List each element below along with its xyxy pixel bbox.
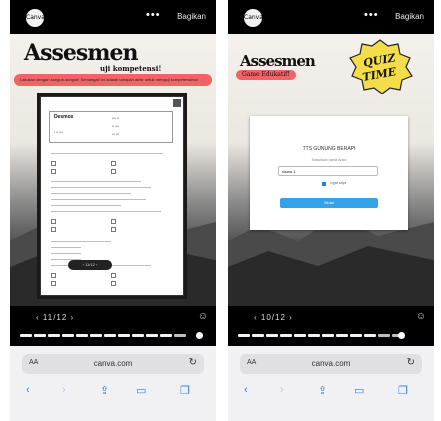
name-input[interactable]: siswa 1 (278, 166, 378, 176)
slide-progress[interactable] (20, 332, 206, 339)
slide-counter[interactable]: ‹ 10/12 › (254, 313, 293, 322)
url-text[interactable]: canva.com (240, 359, 422, 368)
presentation-slide: Assesmen Game Edukatif! QUIZ TIME TTS GU… (228, 34, 434, 306)
slide-navigation: ‹ 10/12 › ☺ (228, 306, 434, 346)
quiz-time-badge: QUIZ TIME (349, 39, 413, 94)
option-box[interactable] (111, 169, 116, 174)
url-text[interactable]: canva.com (22, 359, 204, 368)
reaction-icon[interactable]: ☺ (198, 311, 208, 322)
expand-icon[interactable] (173, 99, 181, 107)
address-bar[interactable]: AA canva.com ↻ (22, 354, 204, 374)
remember-checkbox[interactable] (322, 182, 326, 186)
option-box[interactable] (51, 161, 56, 166)
game-pill: Game Edukatif! (236, 70, 296, 80)
header-label: • •• •••• (54, 130, 64, 134)
bookmarks-icon[interactable]: ▭ (354, 384, 364, 397)
share-icon[interactable]: ⇪ (100, 384, 109, 397)
browser-toolbar: ‹ › ⇪ ▭ ❐ (10, 384, 216, 404)
option-box[interactable] (51, 273, 56, 278)
document-pager[interactable]: ‹ 11/12 › (68, 260, 112, 270)
browser-toolbar: ‹ › ⇪ ▭ ❐ (228, 384, 434, 404)
canva-logo-icon[interactable]: Canva (26, 9, 45, 27)
top-bar: Canva ••• Bagikan (10, 0, 216, 34)
header-field: •• •••• (112, 124, 120, 128)
forward-icon[interactable]: › (280, 384, 284, 396)
question-line (51, 193, 131, 194)
option-box[interactable] (111, 219, 116, 224)
left-phone-screen: Canva ••• Bagikan Assesmen uji kompetens… (10, 0, 216, 421)
option-box[interactable] (51, 227, 56, 232)
share-button[interactable]: Bagikan (395, 12, 424, 21)
question-line (51, 199, 146, 200)
embedded-document[interactable]: Desmos • •• •••• •••• •• •• •••• ••• ••• (40, 96, 184, 296)
presentation-slide: Assesmen uji kompetensi! Lakukan dengan … (10, 34, 216, 306)
option-box[interactable] (51, 169, 56, 174)
slide-progress[interactable] (238, 332, 424, 339)
option-box[interactable] (111, 273, 116, 278)
question-line (51, 187, 151, 188)
form-title: TTS GUNUNG BERAPI (302, 146, 356, 152)
refresh-icon[interactable]: ↻ (407, 357, 415, 368)
start-button[interactable]: Mulai (280, 198, 378, 208)
form-subtitle: Masukkan nama Anda (311, 158, 347, 162)
tabs-icon[interactable]: ❐ (398, 384, 408, 397)
option-box[interactable] (111, 161, 116, 166)
refresh-icon[interactable]: ↻ (189, 357, 197, 368)
more-dots-icon[interactable]: ••• (146, 9, 161, 21)
reaction-icon[interactable]: ☺ (416, 311, 426, 322)
share-button[interactable]: Bagikan (177, 12, 206, 21)
question-line (51, 205, 121, 206)
slide-navigation: ‹ 11/12 › ☺ (10, 306, 216, 346)
header-field: •••• •• (112, 116, 120, 120)
more-dots-icon[interactable]: ••• (364, 9, 379, 21)
document-header: Desmos • •• •••• •••• •• •• •••• ••• ••• (49, 111, 173, 143)
question-line (51, 181, 141, 182)
top-bar: Canva ••• Bagikan (228, 0, 434, 34)
safari-toolbar: AA canva.com ↻ ‹ › ⇪ ▭ ❐ (228, 346, 434, 421)
share-icon[interactable]: ⇪ (318, 384, 327, 397)
quiz-login-card: TTS GUNUNG BERAPI Masukkan nama Anda sis… (250, 116, 408, 230)
bookmarks-icon[interactable]: ▭ (136, 384, 146, 397)
question-line (51, 247, 81, 248)
safari-toolbar: AA canva.com ↻ ‹ › ⇪ ▭ ❐ (10, 346, 216, 421)
address-bar[interactable]: AA canva.com ↻ (240, 354, 422, 374)
back-icon[interactable]: ‹ (26, 384, 30, 396)
progress-knob[interactable] (398, 332, 405, 339)
canva-logo-icon[interactable]: Canva (244, 9, 263, 27)
instruction-banner: Lakukan dengan sunguh-sunguh! Semangat! … (14, 74, 212, 86)
question-line (51, 241, 111, 242)
slide-title: Assesmen (24, 40, 138, 66)
right-phone-screen: Canva ••• Bagikan Assesmen Game Edukatif… (228, 0, 434, 421)
document-name: Desmos (54, 114, 74, 120)
slide-title: Assesmen (240, 52, 316, 70)
option-box[interactable] (111, 281, 116, 286)
forward-icon[interactable]: › (62, 384, 66, 396)
question-line (51, 211, 161, 212)
header-field: ••• ••• (112, 132, 120, 136)
question-line (51, 253, 81, 254)
back-icon[interactable]: ‹ (244, 384, 248, 396)
remember-label: Ingat saya (330, 181, 347, 185)
progress-knob[interactable] (196, 332, 203, 339)
option-box[interactable] (51, 219, 56, 224)
option-box[interactable] (111, 227, 116, 232)
question-line (51, 153, 163, 154)
option-box[interactable] (51, 281, 56, 286)
tabs-icon[interactable]: ❐ (180, 384, 190, 397)
slide-counter[interactable]: ‹ 11/12 › (36, 313, 74, 322)
slide-subtitle: uji kompetensi! (100, 64, 162, 73)
